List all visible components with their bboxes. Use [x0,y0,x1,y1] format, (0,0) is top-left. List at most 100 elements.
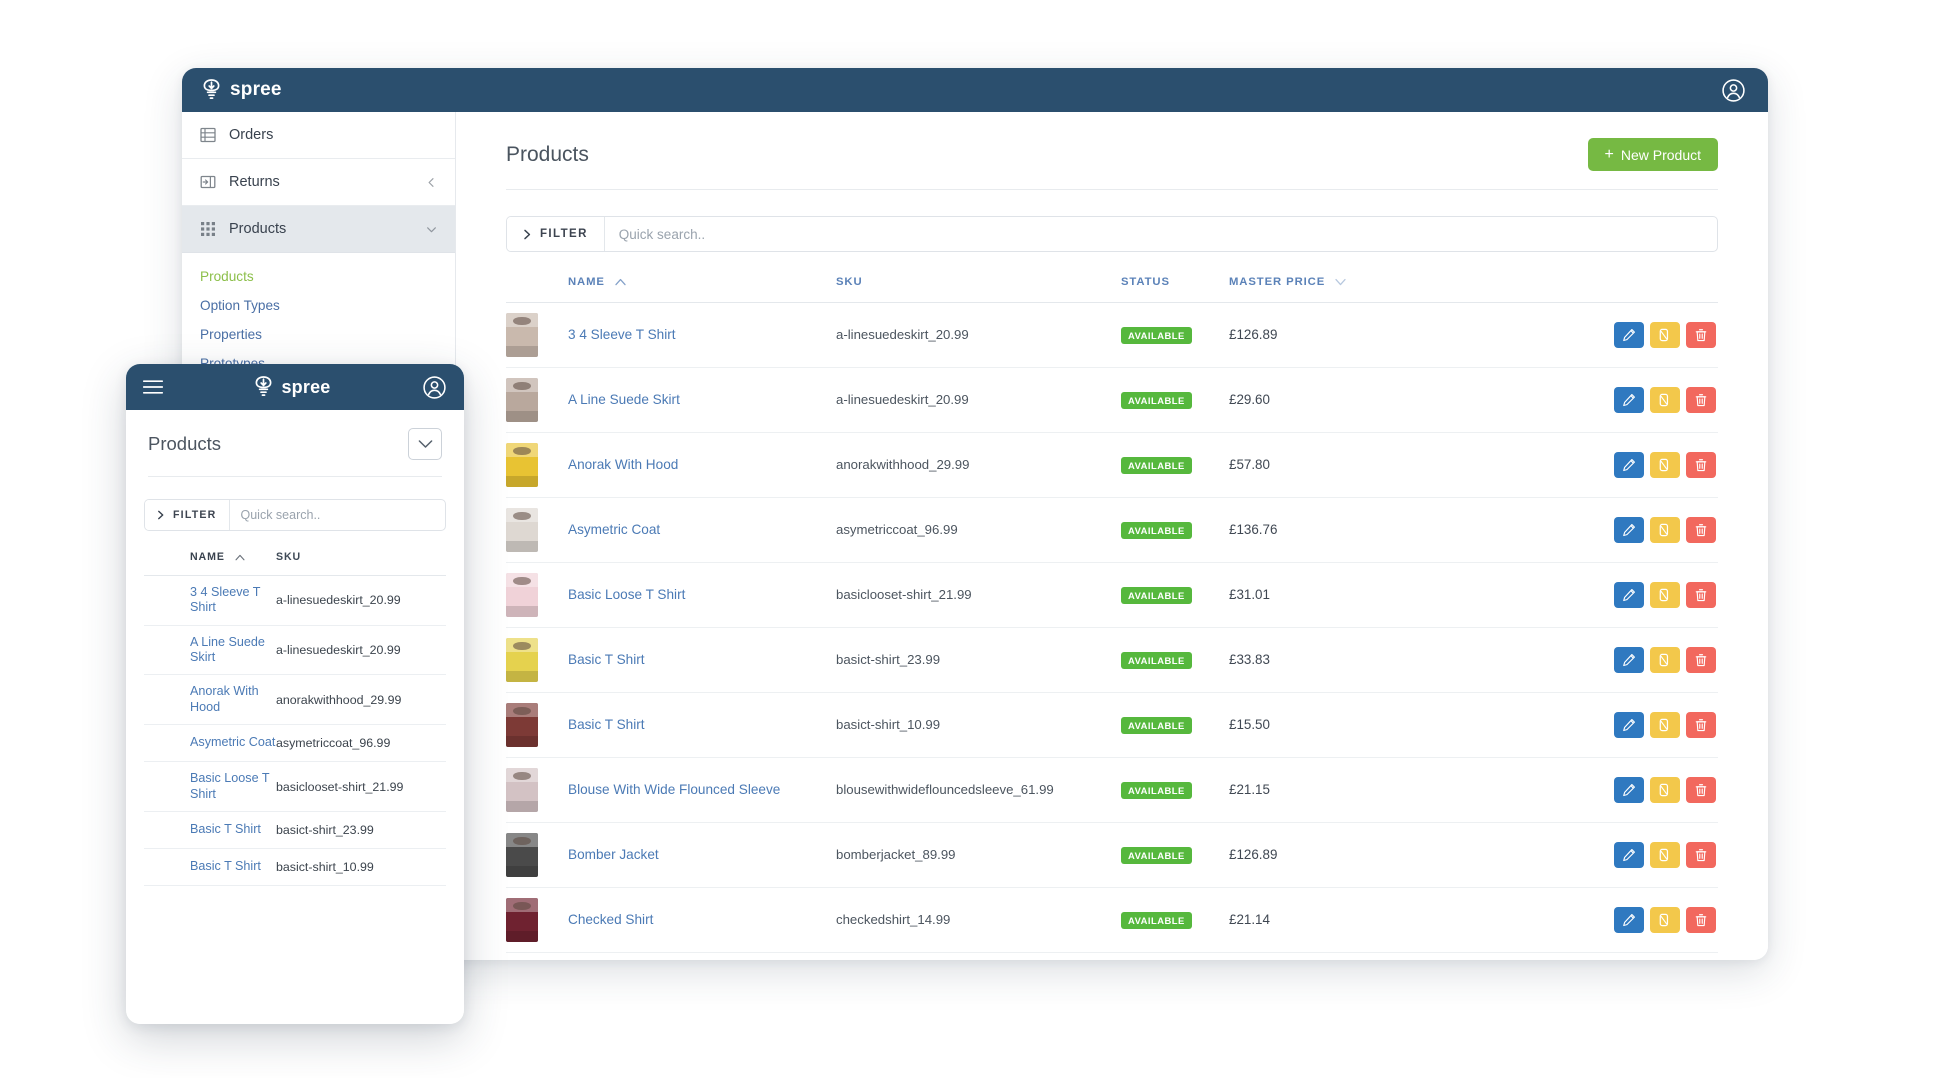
mobile-table-row[interactable]: Asymetric Coatasymetriccoat_96.99 [144,725,446,762]
column-header-sku[interactable]: SKU [836,276,1121,303]
product-name-link[interactable]: A Line Suede Skirt [568,392,680,407]
edit-button[interactable] [1614,387,1644,413]
clone-button[interactable] [1650,777,1680,803]
delete-button[interactable] [1686,322,1716,348]
product-name-link[interactable]: Basic T Shirt [568,717,645,732]
filter-button[interactable]: FILTER [507,217,605,251]
sidebar-item-orders[interactable]: Orders [182,112,455,159]
delete-button[interactable] [1686,907,1716,933]
clone-button[interactable] [1650,907,1680,933]
delete-button[interactable] [1686,387,1716,413]
edit-button[interactable] [1614,517,1644,543]
edit-button[interactable] [1614,712,1644,738]
product-sku: basict-shirt_10.99 [836,717,940,732]
edit-button[interactable] [1614,452,1644,478]
caret-down-icon [1335,278,1346,286]
status-badge: AVAILABLE [1121,457,1192,474]
product-status-cell: AVAILABLE [1121,888,1229,953]
mobile-product-name-link[interactable]: Asymetric Coat [190,735,276,750]
table-row[interactable]: Bomber Jacketbomberjacket_89.99AVAILABLE… [506,823,1718,888]
mobile-product-name-link[interactable]: Basic Loose T Shirt [190,771,276,802]
product-name-link[interactable]: Bomber Jacket [568,847,659,862]
product-name-link[interactable]: 3 4 Sleeve T Shirt [568,327,676,342]
table-row[interactable]: Anorak With Hood anorakwithhood_29.99 AVAI… [506,433,1718,498]
product-name-link[interactable]: Asymetric Coat [568,522,660,537]
delete-button[interactable] [1686,452,1716,478]
mobile-table-row[interactable]: A Line Suede Skirta-linesuedeskirt_20.99 [144,625,446,675]
clone-button[interactable] [1650,387,1680,413]
column-header-status[interactable]: STATUS [1121,276,1229,303]
mobile-product-name-cell: Anorak With Hood [190,675,276,725]
mobile-product-sku-cell: anorakwithhood_29.99 [276,675,446,725]
mobile-product-name-link[interactable]: Basic T Shirt [190,859,276,874]
clone-button[interactable] [1650,712,1680,738]
mobile-filter-button[interactable]: FILTER [145,500,230,530]
sidebar-item-products[interactable]: Products [182,206,455,253]
product-thumbnail-cell [506,758,568,823]
column-header-name[interactable]: NAME [568,276,836,303]
user-circle-icon[interactable] [422,375,447,400]
mobile-product-name-link[interactable]: 3 4 Sleeve T Shirt [190,585,276,616]
sidebar-subitem-option-types[interactable]: Option Types [182,291,455,320]
search-input[interactable] [605,217,1717,251]
mobile-collapse-button[interactable] [408,428,442,460]
clone-button[interactable] [1650,582,1680,608]
edit-button[interactable] [1614,647,1644,673]
mobile-table-row[interactable]: Basic T Shirtbasict-shirt_23.99 [144,811,446,848]
product-name-link[interactable]: Basic Loose T Shirt [568,587,685,602]
table-row[interactable]: Basic T Shirtbasict-shirt_10.99AVAILABLE… [506,693,1718,758]
delete-button[interactable] [1686,582,1716,608]
mobile-product-name-link[interactable]: Anorak With Hood [190,684,276,715]
clone-button[interactable] [1650,842,1680,868]
delete-button[interactable] [1686,517,1716,543]
product-name-cell: 3 4 Sleeve T Shirt [568,303,836,368]
brand-logo-group[interactable]: spree [202,79,282,101]
column-header-master-price[interactable]: MASTER PRICE [1229,276,1359,303]
table-row[interactable]: 3 4 Sleeve T Shirta-linesuedeskirt_20.99… [506,303,1718,368]
table-row[interactable]: Basic T Shirtbasict-shirt_23.99AVAILABLE… [506,628,1718,693]
mobile-table-row[interactable]: Basic T Shirtbasict-shirt_10.99 [144,848,446,885]
hamburger-menu-icon[interactable] [143,380,163,394]
mobile-table-row[interactable]: 3 4 Sleeve T Shirta-linesuedeskirt_20.99 [144,576,446,626]
sidebar-subitem-properties[interactable]: Properties [182,320,455,349]
product-name-link[interactable]: Basic T Shirt [568,652,645,667]
edit-button[interactable] [1614,582,1644,608]
product-name-link[interactable]: Blouse With Wide Flounced Sleeve [568,782,780,797]
edit-button[interactable] [1614,907,1644,933]
table-row[interactable]: Checked Shirtcheckedshirt_14.99AVAILABLE… [506,888,1718,953]
mobile-product-name-link[interactable]: Basic T Shirt [190,822,276,837]
clone-button[interactable] [1650,452,1680,478]
table-row[interactable]: A Line Suede Skirta-linesuedeskirt_20.99… [506,368,1718,433]
delete-button[interactable] [1686,842,1716,868]
table-row[interactable]: Blouse With Wide Flounced Sleeveblousewi… [506,758,1718,823]
mobile-brand-logo-group[interactable]: spree [163,376,422,398]
edit-button[interactable] [1614,777,1644,803]
sidebar-subitem-products[interactable]: Products [182,262,455,291]
sidebar-item-returns[interactable]: Returns [182,159,455,206]
new-product-button[interactable]: + New Product [1588,138,1719,171]
clone-button[interactable] [1650,647,1680,673]
product-name-link[interactable]: Anorak With Hood [568,457,678,472]
product-sku: anorakwithhood_29.99 [836,457,969,472]
edit-button[interactable] [1614,842,1644,868]
product-sku-cell: asymetriccoat_96.99 [836,498,1121,563]
product-name-link[interactable]: Checked Shirt [568,912,653,927]
clone-button[interactable] [1650,322,1680,348]
delete-button[interactable] [1686,647,1716,673]
mobile-search-input[interactable] [230,500,446,530]
delete-button[interactable] [1686,777,1716,803]
product-status-cell: AVAILABLE [1121,303,1229,368]
mobile-product-name-link[interactable]: A Line Suede Skirt [190,635,276,666]
user-circle-icon[interactable] [1721,78,1746,103]
product-actions-cell [1359,888,1718,953]
mobile-column-header-name[interactable]: NAME [190,551,276,576]
table-row[interactable]: Asymetric Coatasymetriccoat_96.99AVAILAB… [506,498,1718,563]
table-row[interactable]: Basic Loose T Shirtbasiclooset-shirt_21.… [506,563,1718,628]
mobile-table-row[interactable]: Basic Loose T Shirtbasiclooset-shirt_21.… [144,762,446,812]
delete-button[interactable] [1686,712,1716,738]
mobile-column-header-sku[interactable]: SKU [276,551,446,576]
mobile-table-row[interactable]: Anorak With Hoodanorakwithhood_29.99 [144,675,446,725]
mobile-product-sku: basict-shirt_23.99 [276,823,374,837]
edit-button[interactable] [1614,322,1644,348]
clone-button[interactable] [1650,517,1680,543]
